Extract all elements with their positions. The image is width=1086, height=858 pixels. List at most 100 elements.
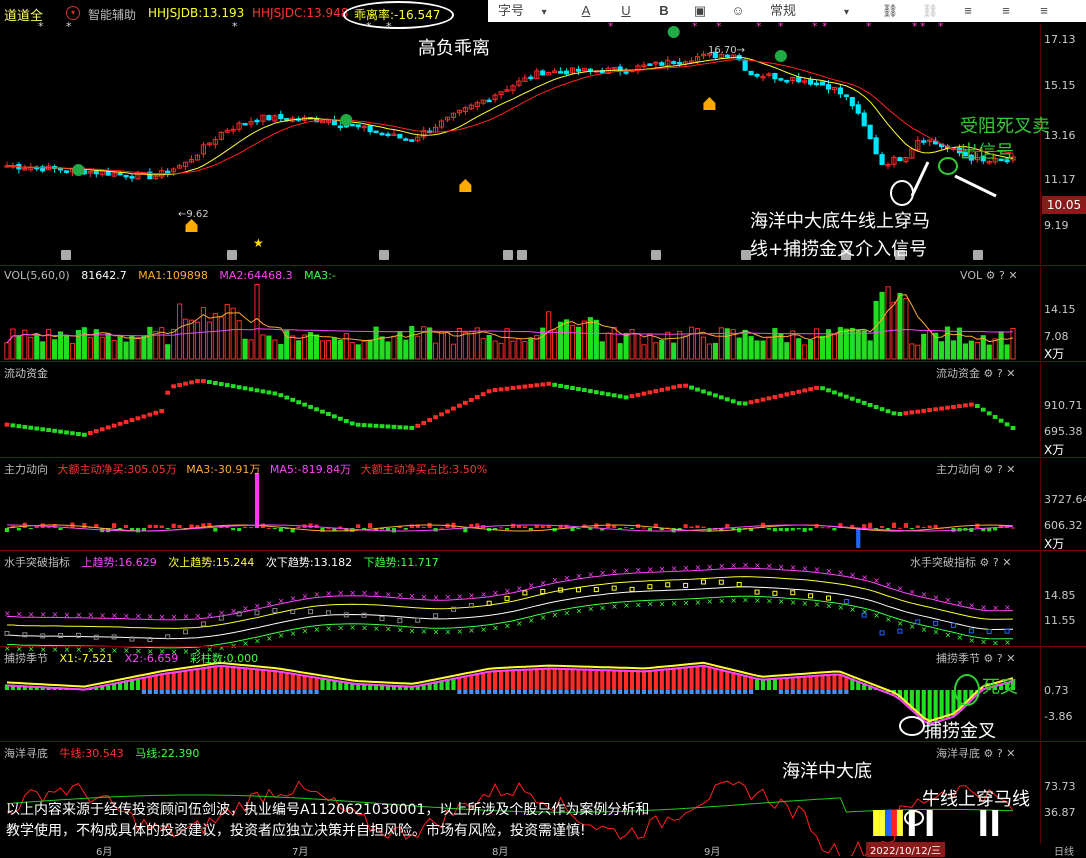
sailor-sub-up: 次上趋势:15.244: [168, 556, 255, 569]
gear-icon[interactable]: ⚙: [980, 556, 990, 569]
help-icon[interactable]: ?: [997, 463, 1003, 476]
catch-bar-base: [516, 690, 522, 694]
liquidity-dash: [516, 385, 522, 390]
candle-body: [319, 120, 326, 124]
volume-bar: [921, 333, 927, 360]
y-tick: 17.13: [1044, 33, 1076, 46]
liquidity-dash: [629, 394, 635, 399]
sailor-price-box: [915, 619, 921, 625]
volume-bar: [879, 291, 885, 360]
liquidity-dash: [206, 379, 212, 384]
liquidity-dash: [534, 383, 540, 388]
force-bar: [278, 528, 283, 532]
close-icon[interactable]: ✕: [1006, 463, 1015, 476]
catch-bar-base: [784, 690, 789, 694]
close-icon[interactable]: ✕: [1006, 652, 1015, 665]
volume-bar: [337, 339, 343, 360]
liquidity-dash: [165, 390, 171, 395]
event-icon: [651, 250, 661, 260]
force-bar: [82, 522, 87, 528]
liquidity-dash: [838, 392, 843, 397]
liquidity-dash: [10, 423, 16, 428]
liquidity-dash: [582, 388, 587, 393]
high-price-value: 16.70: [708, 45, 737, 56]
catch-x2: X2:-6.659: [124, 652, 179, 665]
force-bar: [868, 522, 873, 528]
catch-bar-base: [540, 690, 545, 694]
liquidity-dash: [93, 429, 99, 434]
sailor-x-marker: ×: [659, 564, 666, 573]
candle-body: [772, 73, 778, 80]
liquidity-title: 流动资金: [4, 367, 48, 380]
sailor-price-box: [843, 599, 849, 605]
force-header: 主力动向 大额主动净买:305.05万 MA3:-30.91万 MA5:-819…: [4, 461, 487, 477]
gear-icon[interactable]: ⚙: [984, 747, 994, 760]
help-icon[interactable]: ?: [997, 652, 1003, 665]
force-bar: [909, 528, 914, 530]
sailor-panel: × × × × × × × × × × × × × × × × × × × × × × × × × × × × × × × × × × × × × × × ×…: [4, 561, 1013, 656]
help-icon[interactable]: ?: [999, 269, 1005, 282]
ocean-signal-block: [926, 810, 933, 836]
sailor-x-marker: ×: [278, 631, 285, 640]
liquidity-dash: [707, 391, 712, 396]
liquidity-dash: [427, 418, 433, 423]
candle-body: [403, 138, 409, 141]
sailor-title: 水手突破指标: [4, 556, 70, 569]
liquidity-dash: [284, 395, 290, 400]
catch-bar-base: [290, 690, 295, 694]
volume-bar: [778, 333, 784, 360]
sailor-x-marker: ×: [921, 590, 928, 599]
force-bar: [356, 524, 361, 528]
catch-bar-base: [487, 690, 492, 694]
catch-bar: [171, 671, 176, 690]
sailor-price-box: [415, 617, 421, 623]
force-bar: [683, 524, 688, 528]
catch-bar-base: [671, 690, 676, 694]
liquidity-dash: [236, 385, 242, 390]
close-icon[interactable]: ✕: [1006, 747, 1015, 760]
candle-body: [528, 76, 534, 80]
volume-bar: [796, 338, 802, 360]
force-bar: [856, 528, 861, 548]
separator: [0, 550, 1086, 551]
liquidity-dash: [70, 431, 75, 436]
sailor-price-box: [718, 579, 724, 585]
gear-icon[interactable]: ⚙: [984, 367, 994, 380]
force-bar: [4, 528, 10, 533]
ocean-signal-block: [890, 810, 897, 836]
sailor-price-box: [736, 582, 742, 588]
catch-bar: [731, 671, 736, 690]
candle-body: [266, 115, 272, 121]
death-cross-annotation-2: 出信号: [960, 142, 1014, 163]
cursor-date: 2022/10/12/三: [866, 842, 946, 857]
volume-bar: [718, 327, 724, 360]
catch-bar-base: [665, 690, 670, 694]
catch-bar: [707, 666, 712, 690]
volume-bar: [504, 328, 510, 360]
catch-bar-base: [558, 690, 563, 694]
sailor-price-box: [361, 612, 367, 618]
sailor-x-marker: ×: [528, 581, 535, 590]
liquidity-dash: [826, 388, 831, 393]
catch-bar: [618, 669, 623, 690]
close-icon[interactable]: ✕: [1008, 269, 1017, 282]
close-icon[interactable]: ✕: [1006, 367, 1015, 380]
help-icon[interactable]: ?: [997, 747, 1003, 760]
help-icon[interactable]: ?: [997, 367, 1003, 380]
close-icon[interactable]: ✕: [1002, 556, 1011, 569]
force-bar: [391, 528, 397, 533]
sailor-x-marker: ×: [564, 574, 571, 583]
gear-icon[interactable]: ⚙: [986, 269, 996, 282]
catch-bar: [677, 667, 682, 690]
gear-icon[interactable]: ⚙: [984, 463, 994, 476]
volume-bar: [212, 313, 218, 360]
help-icon[interactable]: ?: [993, 556, 999, 569]
vol-ma2: MA2:64468.3: [219, 269, 293, 282]
candle-body: [409, 139, 415, 142]
catch-bar: [153, 674, 158, 690]
marker-star: *: [692, 20, 698, 33]
liquidity-dash: [736, 401, 742, 406]
candle-body: [778, 78, 784, 81]
gear-icon[interactable]: ⚙: [984, 652, 994, 665]
volume-bar: [296, 340, 302, 360]
